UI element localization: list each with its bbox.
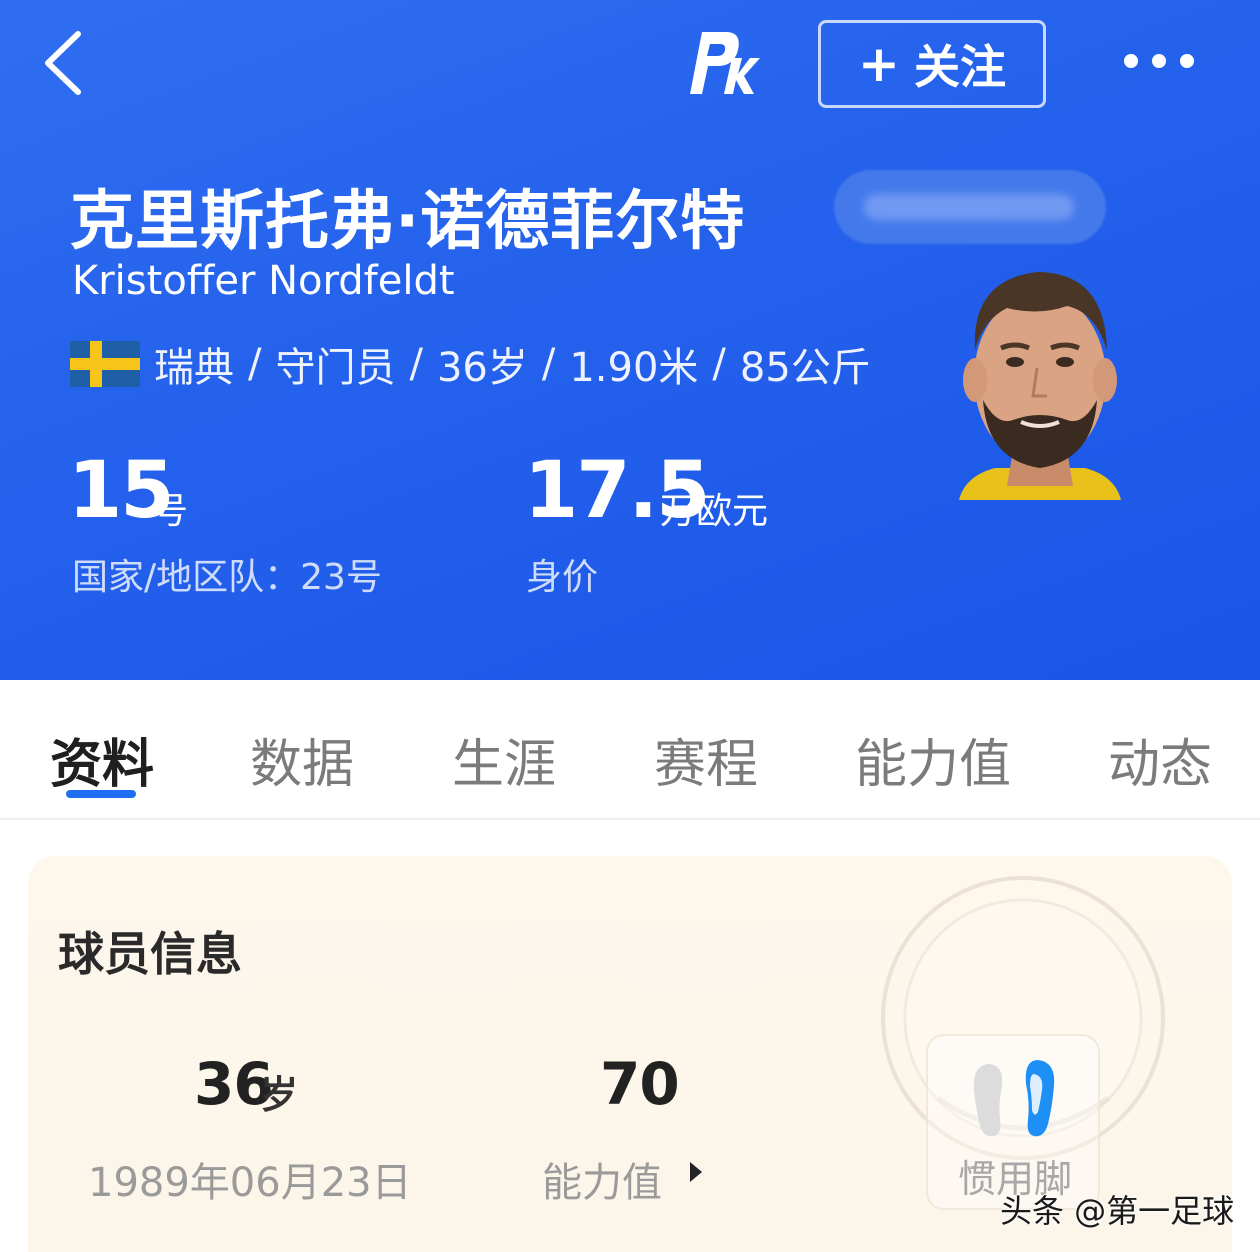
tab-ability[interactable]: 能力值 (855, 722, 1011, 797)
player-header: + 关注 克里斯托弗·诺德菲尔特 Kristoffer Nordfeldt 瑞典… (0, 0, 1260, 680)
plus-icon: + (858, 35, 900, 93)
chevron-right-icon[interactable] (690, 1162, 702, 1182)
foot-icon (973, 1060, 1055, 1137)
tab-schedule[interactable]: 赛程 (654, 722, 758, 797)
back-arrow-icon[interactable] (36, 26, 96, 100)
tab-feed[interactable]: 动态 (1108, 722, 1212, 797)
follow-button[interactable]: + 关注 (818, 20, 1046, 108)
more-dots-icon[interactable] (1124, 46, 1208, 76)
player-avatar (955, 250, 1125, 500)
info-age-unit: 岁 (260, 1073, 299, 1117)
tab-stats[interactable]: 数据 (250, 722, 354, 797)
source-watermark: 头条 @第一足球 (1000, 1192, 1235, 1230)
shirt-number-unit: 号 (152, 491, 189, 532)
national-team-number: 国家/地区队：23号 (72, 557, 382, 598)
active-tab-indicator (66, 790, 136, 798)
pk-logo (682, 24, 760, 100)
player-position: 守门员 (275, 345, 396, 391)
info-rating-value: 70 (600, 1050, 680, 1118)
market-value-label: 身价 (526, 557, 599, 598)
player-age: 36岁 (436, 345, 528, 391)
blurred-badge (834, 170, 1106, 244)
player-meta: 瑞典 / 守门员 / 36岁 / 1.90米 / 85公斤 (70, 336, 871, 392)
player-height: 1.90米 (569, 345, 699, 391)
info-birthdate: 1989年06月23日 (88, 1160, 412, 1206)
player-weight: 85公斤 (739, 345, 871, 391)
card-title: 球员信息 (58, 927, 242, 981)
player-country: 瑞典 (154, 345, 234, 391)
tab-bar: 资料 数据 生涯 赛程 能力值 动态 (0, 680, 1260, 820)
player-name-cn: 克里斯托弗·诺德菲尔特 (70, 185, 746, 259)
tab-profile[interactable]: 资料 (50, 722, 154, 797)
sweden-flag-icon (70, 341, 140, 387)
follow-label: 关注 (913, 40, 1006, 94)
market-value-unit: 万欧元 (660, 491, 769, 532)
player-name-en: Kristoffer Nordfeldt (72, 258, 455, 304)
preferred-foot-box: 惯用脚 (926, 1034, 1100, 1210)
info-rating-label[interactable]: 能力值 (542, 1150, 662, 1208)
tab-career[interactable]: 生涯 (452, 722, 556, 797)
